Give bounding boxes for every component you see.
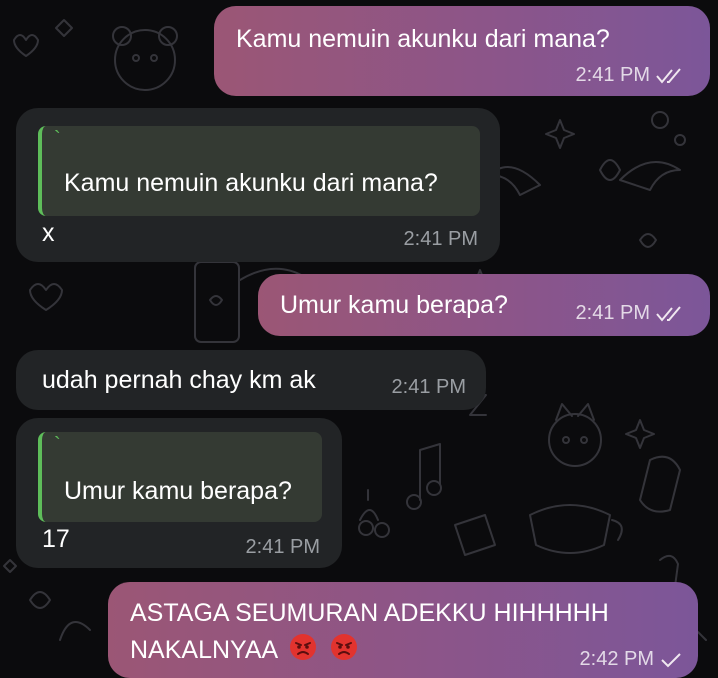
message-outgoing[interactable]: ASTAGA SEUMURAN ADEKKU HIHHHHH NAKALNYAA… xyxy=(108,582,698,678)
message-time: 2:41 PM xyxy=(245,536,320,558)
message-text: 17 xyxy=(42,525,70,553)
message-text: x xyxy=(42,219,55,247)
message-outgoing[interactable]: Umur kamu berapa? 2:41 PM xyxy=(258,274,710,336)
double-check-icon xyxy=(656,67,688,84)
double-check-icon xyxy=(656,305,688,322)
reply-quote[interactable]: ` Umur kamu berapa? xyxy=(38,432,322,522)
message-meta: 2:41 PM xyxy=(576,64,688,87)
angry-face-icon xyxy=(329,632,359,671)
message-time: 2:42 PM xyxy=(579,648,654,670)
message-outgoing[interactable]: Kamu nemuin akunku dari mana? 2:41 PM xyxy=(214,6,710,96)
reply-marker: ` xyxy=(54,128,61,150)
chat-wallpaper xyxy=(3,19,707,641)
message-time: 2:41 PM xyxy=(391,376,466,398)
message-time: 2:41 PM xyxy=(575,64,650,86)
message-text-line-2: NAKALNYAA xyxy=(130,632,359,671)
message-text-line: ASTAGA SEUMURAN ADEKKU HIHHHHH xyxy=(130,599,609,627)
message-time: 2:41 PM xyxy=(575,302,650,324)
reply-quote[interactable]: ` Kamu nemuin akunku dari mana? xyxy=(38,126,480,216)
message-text-line: NAKALNYAA xyxy=(130,636,277,665)
message-meta: 2:42 PM xyxy=(580,648,682,671)
message-meta: 2:41 PM xyxy=(576,302,688,325)
message-text: Umur kamu berapa? xyxy=(280,291,508,319)
reply-marker: ` xyxy=(54,434,61,456)
message-text: udah pernah chay km ak xyxy=(42,366,316,394)
message-incoming[interactable]: ` Umur kamu berapa? 17 2:41 PM xyxy=(16,418,342,568)
message-incoming[interactable]: udah pernah chay km ak 2:41 PM xyxy=(16,350,486,410)
reply-text: Umur kamu berapa? xyxy=(64,477,292,505)
angry-face-icon xyxy=(288,632,318,671)
message-incoming[interactable]: ` Kamu nemuin akunku dari mana? x 2:41 P… xyxy=(16,108,500,262)
message-text: Kamu nemuin akunku dari mana? xyxy=(236,25,610,53)
single-check-icon xyxy=(660,652,682,668)
message-time: 2:41 PM xyxy=(403,228,478,250)
reply-text: Kamu nemuin akunku dari mana? xyxy=(64,169,438,197)
